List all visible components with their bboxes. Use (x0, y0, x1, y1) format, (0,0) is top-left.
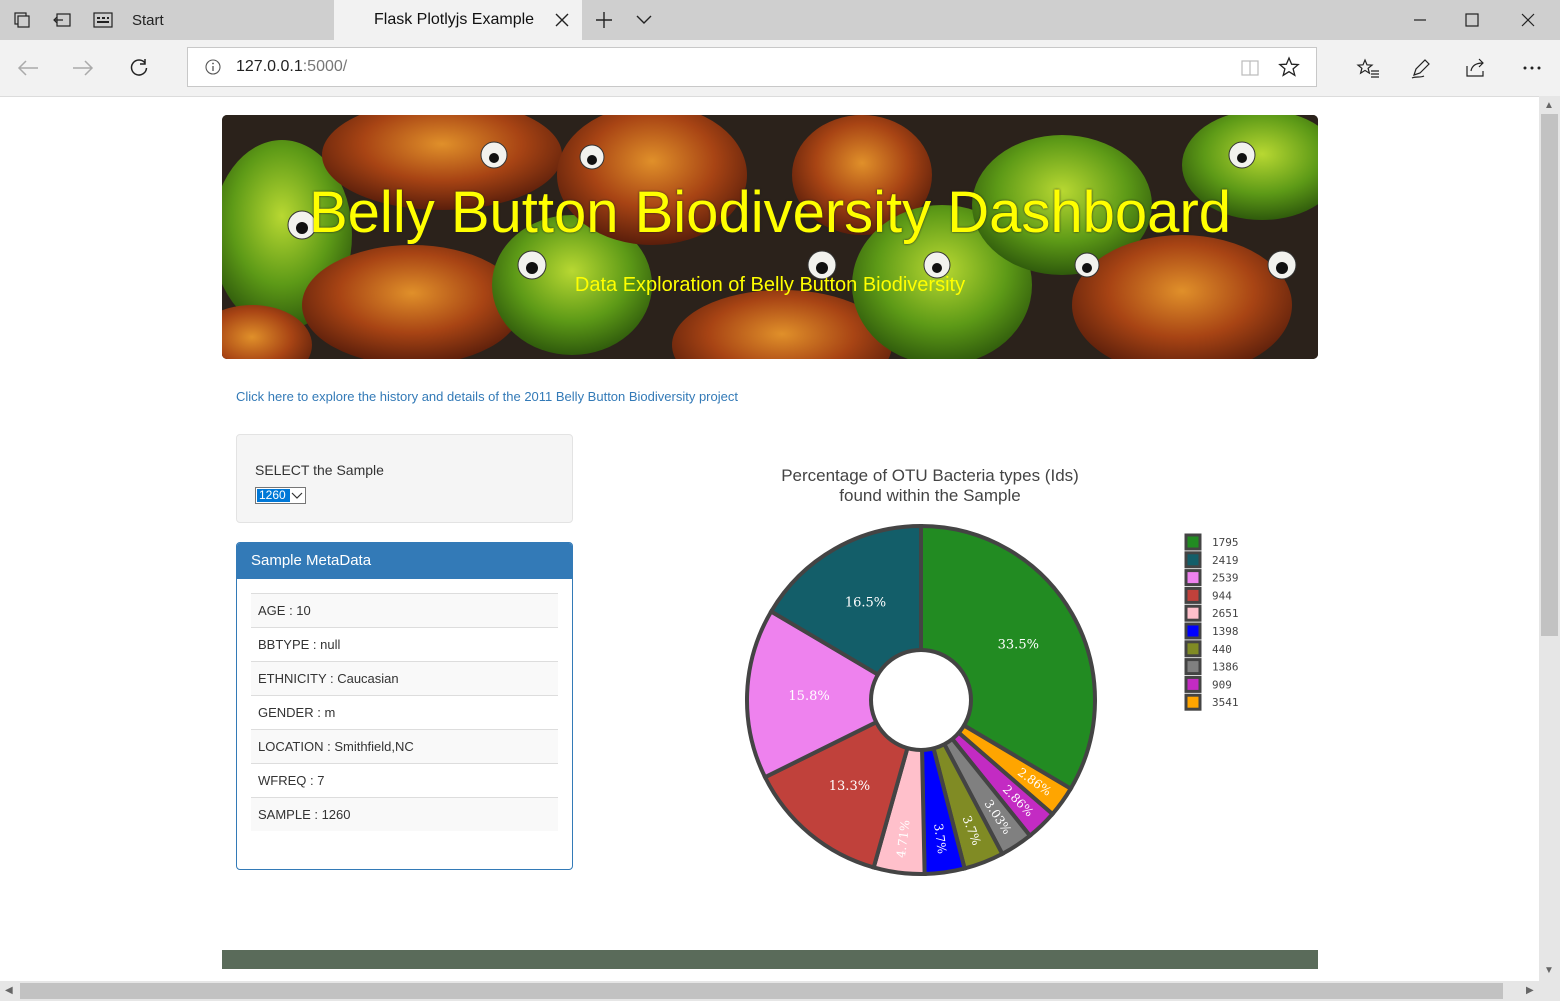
refresh-icon[interactable] (119, 48, 159, 88)
page-subtitle: Data Exploration of Belly Button Biodive… (574, 274, 966, 296)
tab-label: Flask Plotlyjs Example (374, 11, 535, 28)
legend-label-440[interactable]: 440 (1212, 643, 1232, 656)
reading-view-icon[interactable] (1240, 58, 1260, 78)
slice-percent-label: 33.5% (998, 638, 1039, 653)
chevron-down-icon (290, 488, 304, 503)
metadata-row-wfreq: WFREQ : 7 (251, 763, 558, 797)
scroll-down-icon[interactable]: ▼ (1544, 965, 1554, 976)
url-text: 127.0.0.1:5000/ (236, 58, 347, 76)
site-info-icon[interactable] (204, 58, 222, 76)
otu-pie-chart[interactable]: 33.5%2.86%2.86%3.03%3.7%3.7%4.71%13.3%15… (600, 500, 1300, 900)
metadata-row-ethnicity: ETHNICITY : Caucasian (251, 661, 558, 695)
sample-select-value: 1260 (257, 489, 290, 502)
slice-percent-label: 15.8% (788, 689, 829, 704)
sample-selector-well: SELECT the Sample 1260 (236, 434, 573, 523)
legend-swatch-1398[interactable] (1184, 622, 1202, 640)
share-icon[interactable] (1456, 48, 1496, 88)
horizontal-scrollbar-thumb[interactable] (20, 983, 1503, 999)
sample-metadata-panel: Sample MetaData AGE : 10 BBTYPE : null E… (236, 542, 573, 870)
address-bar[interactable]: 127.0.0.1:5000/ (187, 47, 1317, 87)
close-tab-icon[interactable] (550, 8, 574, 32)
favorites-hub-icon[interactable] (1348, 48, 1388, 88)
legend-label-1386[interactable]: 1386 (1212, 661, 1239, 674)
forward-arrow-icon[interactable] (63, 48, 103, 88)
set-tabs-aside-icon[interactable] (42, 0, 82, 40)
metadata-row-bbtype: BBTYPE : null (251, 627, 558, 661)
new-tab-icon[interactable] (584, 0, 624, 40)
tab-flask-example[interactable]: Flask Plotlyjs Example (334, 0, 582, 40)
favorite-star-icon[interactable] (1278, 56, 1300, 78)
metadata-list: AGE : 10 BBTYPE : null ETHNICITY : Cauca… (251, 593, 558, 831)
legend-swatch-2419[interactable] (1184, 551, 1202, 569)
url-host: 127.0.0.1 (236, 58, 303, 75)
scroll-right-icon[interactable]: ▶ (1526, 985, 1534, 996)
header-banner: Belly Button Biodiversity Dashboard Data… (222, 115, 1318, 359)
metadata-row-location: LOCATION : Smithfield,NC (251, 729, 558, 763)
metadata-heading: Sample MetaData (237, 543, 572, 579)
legend-swatch-2539[interactable] (1184, 569, 1202, 587)
legend-label-1795[interactable]: 1795 (1212, 536, 1239, 549)
legend-swatch-944[interactable] (1184, 586, 1202, 604)
browser-tab-bar: Start Flask Plotlyjs Example (0, 0, 1560, 40)
tab-start[interactable]: Start (82, 0, 334, 40)
metadata-row-gender: GENDER : m (251, 695, 558, 729)
legend-swatch-3541[interactable] (1184, 693, 1202, 711)
pen-icon[interactable] (1401, 48, 1441, 88)
browser-nav-bar: 127.0.0.1:5000/ (0, 40, 1560, 97)
legend-swatch-909[interactable] (1184, 675, 1202, 693)
donut-hole (869, 648, 973, 752)
back-arrow-icon[interactable] (8, 48, 48, 88)
sample-select-dropdown[interactable]: 1260 (255, 487, 306, 504)
start-page-icon (92, 9, 114, 31)
legend-label-2419[interactable]: 2419 (1212, 554, 1239, 567)
metadata-row-age: AGE : 10 (251, 593, 558, 627)
legend-swatch-1795[interactable] (1184, 533, 1202, 551)
slice-percent-label: 16.5% (845, 596, 886, 611)
minimize-icon[interactable] (1394, 0, 1446, 40)
close-window-icon[interactable] (1502, 0, 1554, 40)
scroll-up-icon[interactable]: ▲ (1544, 100, 1554, 111)
url-port: :5000/ (302, 58, 348, 75)
chart-title-line-1: Percentage of OTU Bacteria types (Ids) (781, 466, 1079, 485)
maximize-icon[interactable] (1446, 0, 1498, 40)
scroll-left-icon[interactable]: ◀ (5, 985, 13, 996)
project-history-link[interactable]: Click here to explore the history and de… (236, 389, 738, 404)
page-title: Belly Button Biodiversity Dashboard (308, 180, 1232, 245)
more-options-icon[interactable] (1512, 48, 1552, 88)
sample-select-label: SELECT the Sample (255, 462, 384, 478)
tab-manager-icon[interactable] (2, 0, 42, 40)
vertical-scrollbar-thumb[interactable] (1541, 114, 1558, 636)
legend-label-2651[interactable]: 2651 (1212, 607, 1239, 620)
legend-label-944[interactable]: 944 (1212, 589, 1232, 602)
legend-swatch-2651[interactable] (1184, 604, 1202, 622)
legend-swatch-440[interactable] (1184, 640, 1202, 658)
legend-label-1398[interactable]: 1398 (1212, 625, 1239, 638)
tab-label: Start (132, 11, 164, 29)
slice-percent-label: 13.3% (829, 779, 870, 794)
legend-swatch-1386[interactable] (1184, 658, 1202, 676)
tab-preview-chevron-icon[interactable] (624, 0, 664, 40)
legend-label-2539[interactable]: 2539 (1212, 572, 1239, 585)
legend-label-3541[interactable]: 3541 (1212, 696, 1239, 709)
metadata-row-sample: SAMPLE : 1260 (251, 797, 558, 831)
footer-bar (222, 950, 1318, 969)
legend-label-909[interactable]: 909 (1212, 678, 1232, 691)
